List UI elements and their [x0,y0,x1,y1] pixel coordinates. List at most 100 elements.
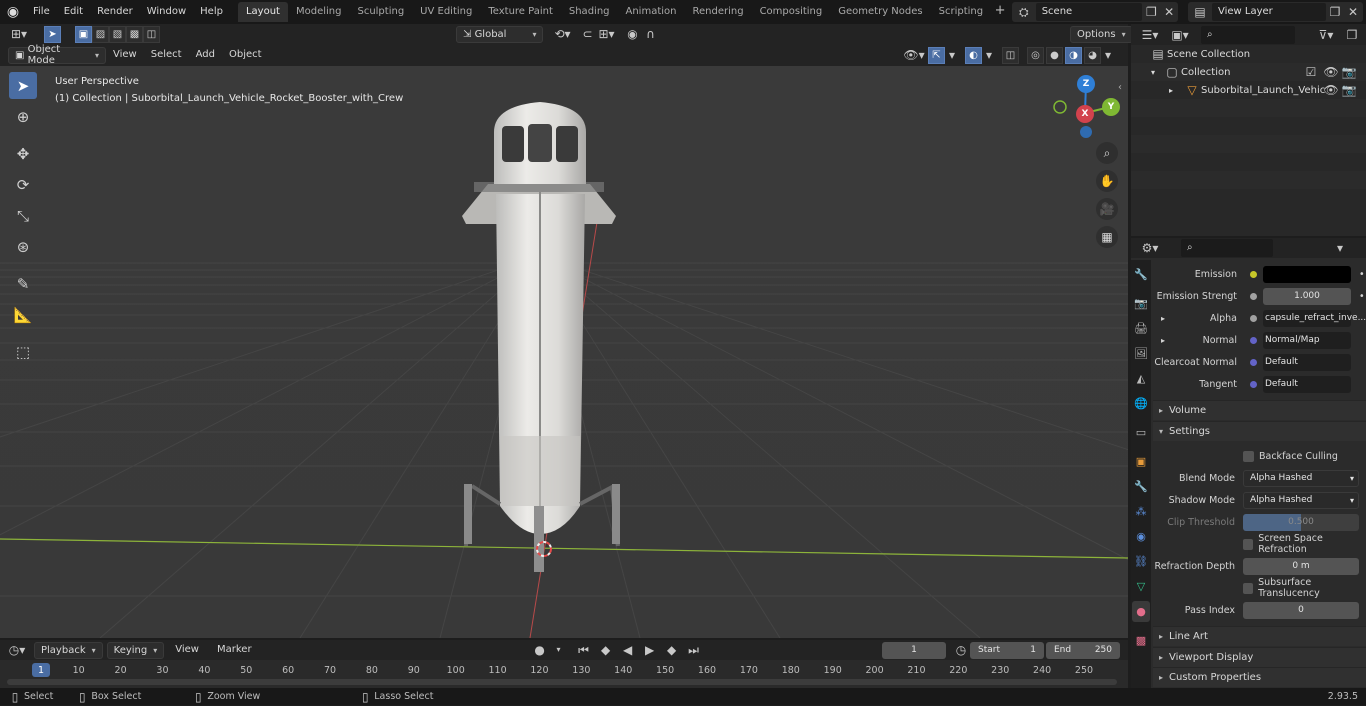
falloff-icon[interactable]: ∩ [641,25,659,43]
tab-compositing[interactable]: Compositing [752,2,831,22]
options-dropdown[interactable]: Options ▾ [1070,26,1133,43]
constraints-tab-icon[interactable]: ⛓ [1132,551,1150,572]
zoom-icon[interactable]: ⌕ [1096,142,1118,164]
tool-tab-icon[interactable]: 🔧 [1132,264,1150,285]
timeline-menu-view[interactable]: View [168,639,206,661]
delete-view-layer-icon[interactable]: ✕ [1344,3,1362,21]
scene-tab-icon[interactable]: ◭ [1132,368,1150,389]
eye-icon[interactable]: 👁 [1322,63,1340,81]
keying-dropdown[interactable]: Keying ▾ [106,641,165,659]
refraction-depth-field[interactable]: 0 m [1243,557,1359,575]
x-axis-label[interactable]: X [1076,105,1094,123]
current-frame-field[interactable]: 1 [882,641,946,659]
mode-new-icon[interactable]: ▣ [75,25,92,43]
scale-tool-icon[interactable]: ⤡ [9,202,37,229]
material-shading-icon[interactable]: ◑ [1065,46,1082,64]
jump-end-icon[interactable]: ⏭ [685,641,703,659]
record-icon[interactable]: ● [531,641,549,659]
wireframe-shading-icon[interactable]: ◎ [1027,46,1044,64]
viewport-display-panel-header[interactable]: ▸ Viewport Display [1153,647,1366,667]
collection-tab-icon[interactable]: ▭ [1132,422,1150,443]
object-camera-icon[interactable]: 📷 [1340,81,1358,99]
collapse-arrow-icon[interactable]: ▾ [1151,68,1163,77]
outliner-search-input[interactable]: ⌕ [1201,25,1295,44]
normal-link-field[interactable]: Normal/Map [1263,331,1351,349]
tab-texture-paint[interactable]: Texture Paint [480,2,561,22]
timeline-editor-icon[interactable]: ◷▾ [4,641,30,659]
properties-options-icon[interactable]: ▾ [1331,239,1349,257]
viewport-menu-object[interactable]: Object [222,44,269,66]
volume-panel-header[interactable]: ▸ Volume [1153,400,1366,420]
move-tool-icon[interactable]: ✥ [9,140,37,167]
filter-icon[interactable]: ⊽▾ [1313,26,1339,44]
transform-orientation-dropdown[interactable]: ⇲ Global ▾ [456,25,544,43]
camera-view-icon[interactable]: 🎥 [1096,198,1118,220]
outliner-row-object[interactable]: ▸ ▽ Suborbital_Launch_Vehic 👁 📷 [1131,81,1366,99]
custom-properties-panel-header[interactable]: ▸ Custom Properties [1153,667,1366,687]
display-mode-icon[interactable]: ▣▾ [1167,26,1193,44]
transform-tool-icon[interactable]: ⊛ [9,233,37,260]
tab-shading[interactable]: Shading [561,2,618,22]
play-icon[interactable]: ▶ [641,641,659,659]
z-axis-label[interactable]: Z [1077,75,1095,93]
menu-file[interactable]: File [26,1,57,23]
emission-color-field[interactable] [1263,265,1351,283]
line-art-panel-header[interactable]: ▸ Line Art [1153,626,1366,646]
tab-sculpting[interactable]: Sculpting [349,2,412,22]
clip-threshold-slider[interactable]: 0.500 [1243,513,1359,531]
tab-layout[interactable]: Layout [237,2,288,22]
playback-dropdown[interactable]: Playback ▾ [34,641,103,659]
outliner-row-scene-collection[interactable]: ▤ Scene Collection [1131,45,1366,63]
pan-hand-icon[interactable]: ✋ [1096,170,1118,192]
camera-icon[interactable]: 📷 [1340,63,1358,81]
scene-icon[interactable]: ⛭ [1012,3,1036,21]
texture-tab-icon[interactable]: ▩ [1132,630,1150,651]
rendered-shading-icon[interactable]: ◕ [1084,46,1101,64]
jump-start-icon[interactable]: ⏮ [575,641,593,659]
pass-index-field[interactable]: 0 [1243,601,1359,619]
sss-checkbox-icon[interactable] [1243,582,1254,594]
properties-editor-icon[interactable]: ⚙▾ [1137,239,1163,257]
play-reverse-icon[interactable]: ◀ [619,641,637,659]
view-layer-icon[interactable]: ▤ [1188,3,1212,21]
menu-render[interactable]: Render [90,1,140,23]
tab-animation[interactable]: Animation [618,2,685,22]
pivot-point-icon[interactable]: ⟲▾ [549,25,575,43]
menu-window[interactable]: Window [140,1,193,23]
material-tab-icon[interactable]: ● [1132,601,1150,622]
mode-subtract-icon[interactable]: ▧ [109,25,126,43]
object-tab-icon[interactable]: ▣ [1132,451,1150,472]
proportional-edit-icon[interactable]: ◉ [623,25,641,43]
tab-rendering[interactable]: Rendering [684,2,751,22]
menu-help[interactable]: Help [193,1,230,23]
gizmo-dropdown-icon[interactable]: ▾ [947,46,957,64]
emission-keyframe-icon[interactable]: • [1359,269,1365,280]
visibility-icon[interactable]: 👁▾ [902,46,926,64]
viewport-menu-add[interactable]: Add [189,44,222,66]
ssr-checkbox-icon[interactable] [1243,538,1254,550]
cursor-tool-icon[interactable]: ⊕ [9,103,37,130]
clock-icon[interactable]: ◷ [952,641,970,659]
gizmo-icon[interactable]: ⇱ [928,46,945,64]
measure-tool-icon[interactable]: 📐 [9,301,37,328]
view-layer-tab-icon[interactable]: 🖼 [1132,343,1150,364]
alpha-link-field[interactable]: capsule_refract_inve... [1263,309,1366,327]
render-tab-icon[interactable]: 📷 [1132,293,1150,314]
snap-icon[interactable]: ⊂ [579,25,595,43]
mode-intersect-icon[interactable]: ◫ [143,25,160,43]
outliner-row-collection[interactable]: ▾ ▢ Collection ☑ 👁 📷 [1131,63,1366,81]
blend-mode-dropdown[interactable]: Alpha Hashed ▾ [1243,469,1359,487]
shadow-mode-dropdown[interactable]: Alpha Hashed ▾ [1243,491,1359,509]
tab-scripting[interactable]: Scripting [931,2,991,22]
rotate-tool-icon[interactable]: ⟳ [9,171,37,198]
timeline-scrollbar[interactable] [7,679,1117,685]
alpha-expand-icon[interactable]: ▸ [1153,314,1173,323]
strength-keyframe-icon[interactable]: • [1359,291,1365,302]
timeline-ruler[interactable]: 1 10 20 30 40 50 60 70 80 90 100 110 120 130 140 150 160… [0,662,1128,678]
timeline-menu-marker[interactable]: Marker [210,639,259,661]
add-cube-tool-icon[interactable]: ⬚ [9,338,37,365]
shading-dropdown-icon[interactable]: ▾ [1103,46,1113,64]
overlay-dropdown-icon[interactable]: ▾ [984,46,994,64]
viewport-menu-view[interactable]: View [106,44,144,66]
new-view-layer-icon[interactable]: ❐ [1326,3,1344,21]
